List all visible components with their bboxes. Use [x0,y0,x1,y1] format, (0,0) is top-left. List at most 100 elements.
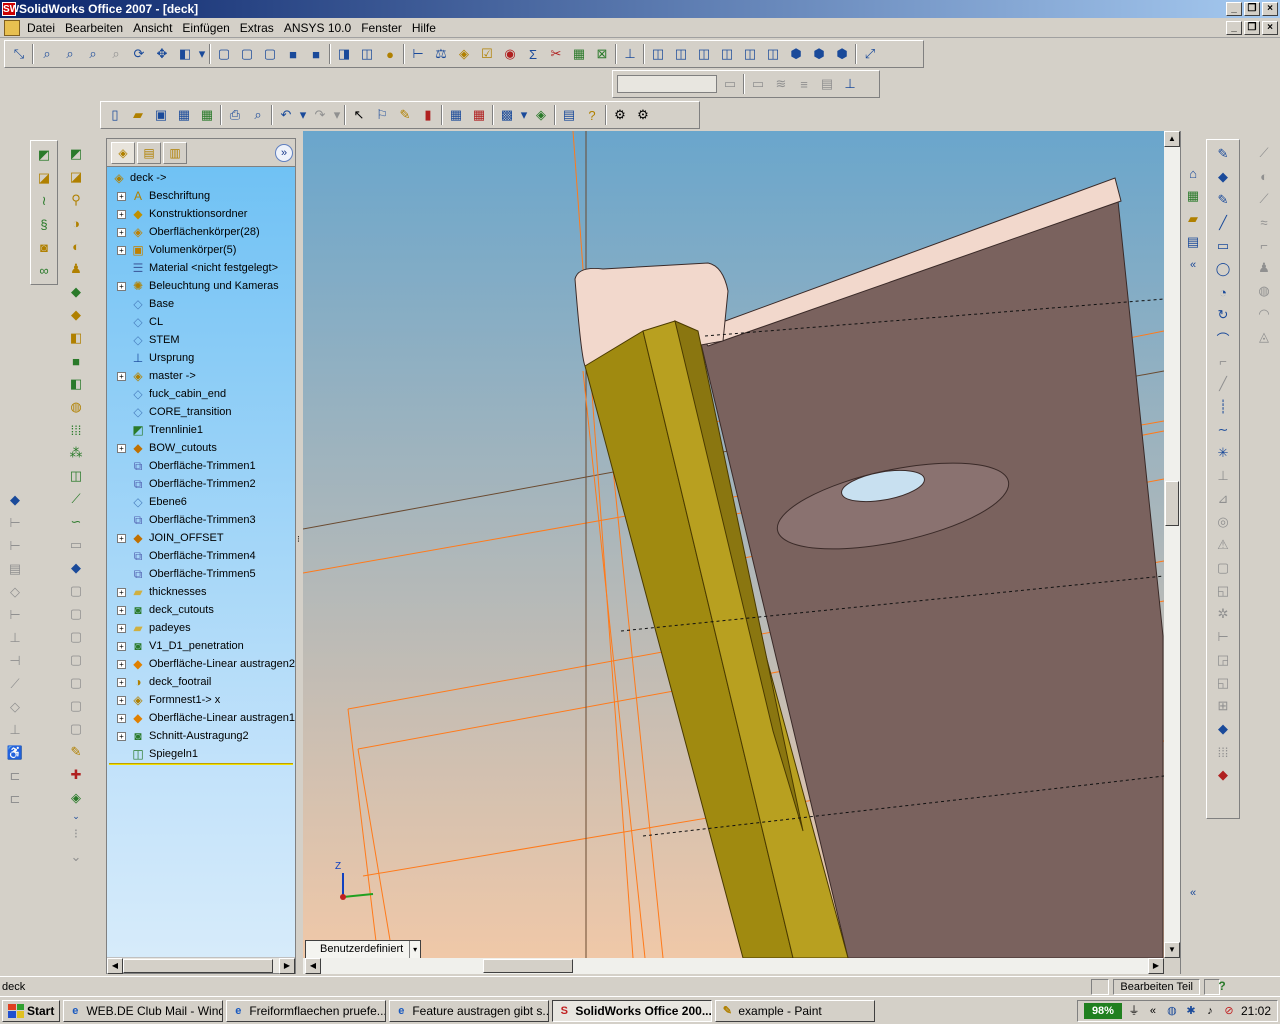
reference-geometry-icon[interactable]: ⟋ [65,489,87,509]
viewport-vscrollbar[interactable]: ▲ ▼ [1164,131,1180,958]
zoom-area-icon[interactable]: ⌕ [60,44,80,64]
help-icon[interactable]: ? [582,105,602,125]
bottom-view-icon[interactable]: ◫ [763,44,783,64]
wireframe-icon[interactable]: ▢ [214,44,234,64]
shaded-icon[interactable]: ■ [306,44,326,64]
measure-icon[interactable]: ⊢ [408,44,428,64]
replace-face-icon[interactable]: ◠ [1253,304,1275,324]
print-icon[interactable]: ⎙ [225,105,245,125]
triad-icon[interactable]: ⊥ [620,44,640,64]
more-tools-chevron-icon[interactable]: ⌄ [65,811,87,821]
menu-einfuegen[interactable]: Einfügen [179,21,236,35]
datum-icon[interactable]: ◇ [4,697,26,717]
surface-extend-icon[interactable]: ⟋ [1253,189,1275,209]
front-view-icon[interactable]: ◫ [648,44,668,64]
new-document-icon[interactable]: ▯ [105,105,125,125]
rotate-view-icon[interactable]: ⟳ [129,44,149,64]
top-view-icon[interactable]: ◫ [740,44,760,64]
circle-icon[interactable]: ◯ [1212,259,1234,279]
menu-fenster[interactable]: Fenster [358,21,409,35]
tree-item[interactable]: + A Beschriftung [107,187,295,205]
smart-dimension-icon[interactable]: ✚ [65,765,87,785]
zoom-selection-icon[interactable]: ⌕ [106,44,126,64]
taskbar-button[interactable]: ✎ example - Paint [715,999,876,1022]
feature-statistics-icon[interactable]: ▦ [569,44,589,64]
extruded-boss-icon[interactable]: ◩ [65,144,87,164]
shell-icon[interactable]: ◧ [65,328,87,348]
move-entities-icon[interactable]: ◱ [1212,581,1234,601]
taskbar-button[interactable]: e WEB.DE Club Mail - Wind... [63,999,224,1022]
edit-sketch-icon[interactable]: ✎ [395,105,415,125]
expand-task-pane-icon[interactable]: « [1183,883,1203,903]
line-color-icon[interactable]: ▭ [748,74,768,94]
draft-icon[interactable]: ■ [65,351,87,371]
loft-icon[interactable]: ◐ [65,236,87,256]
open-icon[interactable]: ▰ [128,105,148,125]
solidworks-app-icon[interactable]: SW [2,2,19,16]
tree-item[interactable]: + ◆ Oberfläche-Linear austragen2 [107,655,295,673]
right-view-icon[interactable]: ◫ [717,44,737,64]
auto-dimension-icon[interactable]: ⊣ [4,651,26,671]
ordinate-dimension-icon[interactable]: ◇ [4,582,26,602]
extruded-cut-icon[interactable]: ◪ [65,167,87,187]
chamfer-icon[interactable]: ◆ [65,282,87,302]
shaded-edges-icon[interactable]: ■ [283,44,303,64]
expand-toggle-icon[interactable]: + [117,605,126,615]
minimize-button[interactable]: _ [1226,2,1242,16]
menu-extras[interactable]: Extras [237,21,281,35]
start-button[interactable]: Start [2,999,61,1022]
circular-sketch-pattern-icon[interactable]: ◲ [1212,650,1234,670]
more-tools-chevron-2-icon[interactable]: ⌄ [65,847,87,867]
surface-trim-tool-icon[interactable]: ⟋ [1253,143,1275,163]
hscroll-right-button[interactable]: ▶ [1148,958,1164,974]
chamfer-dimension-icon[interactable]: ⊢ [4,605,26,625]
standard-views-icon[interactable]: ◧ [175,44,195,64]
expand-toggle-icon[interactable]: + [117,281,126,291]
taskbar-button[interactable]: S SolidWorks Office 200... [552,999,713,1022]
check-icon[interactable]: ☑ [477,44,497,64]
color-display-mode-icon[interactable]: ⊥ [840,74,860,94]
extruded-surface-icon[interactable]: ◩ [33,145,55,165]
hidden-lines-visible-icon[interactable]: ▢ [237,44,257,64]
menu-datei[interactable]: Datei [24,21,62,35]
construction-line-icon[interactable]: ┊ [1212,397,1234,417]
tree-item[interactable]: + ◈ Oberflächenkörper(28) [107,223,295,241]
hole-icon[interactable]: ◧ [65,374,87,394]
tree-item[interactable]: ◇ CL [107,313,295,331]
tree-item[interactable]: ⧉ Oberfläche-Trimmen2 [107,475,295,493]
section-properties-icon[interactable]: ◈ [454,44,474,64]
tree-item[interactable]: ⧉ Oberfläche-Trimmen1 [107,457,295,475]
tree-item[interactable]: + ◑ deck_footrail [107,673,295,691]
hide-show-edges-icon[interactable]: ▤ [817,74,837,94]
quick-tips-icon[interactable]: ? [1214,979,1230,995]
tree-item[interactable]: + ◈ master -> [107,367,295,385]
draft-analysis-icon[interactable]: ✂ [546,44,566,64]
curves-icon[interactable]: ∽ [65,512,87,532]
ansys-geometry-icon[interactable]: ⚙ [633,105,653,125]
three-point-arc-icon[interactable]: ⌒ [1212,328,1234,348]
expand-toggle-icon[interactable]: + [117,587,126,597]
hole-callout-icon[interactable]: ⊏ [4,789,26,809]
angular-dimension-icon[interactable]: ⊥ [4,628,26,648]
scroll-thumb[interactable] [123,959,273,973]
dimension-tool-icon[interactable]: ◆ [4,490,26,510]
restore-button[interactable]: ❐ [1244,2,1260,16]
zoom-in-out-icon[interactable]: ⌕ [83,44,103,64]
expand-toggle-icon[interactable]: + [117,731,126,741]
horizontal-dimension-icon[interactable]: ⊢ [4,513,26,533]
doc-close-button[interactable]: × [1262,20,1278,35]
expand-toggle-icon[interactable]: + [117,623,126,633]
sketch-icon[interactable]: ✎ [1212,144,1234,164]
close-button[interactable]: × [1262,2,1278,16]
reference-point-icon[interactable]: ⁝ [65,824,87,844]
home-icon[interactable]: ⌂ [1182,163,1204,183]
design-library-icon[interactable]: ▦ [1182,186,1204,206]
bluetooth-icon[interactable]: ✱ [1184,1004,1198,1018]
mirror-entities-icon[interactable]: ⚠ [1212,535,1234,555]
tree-item[interactable]: + ◆ JOIN_OFFSET [107,529,295,547]
tree-item[interactable]: + ◆ Konstruktionsordner [107,205,295,223]
dimxpert-icon[interactable]: ⟋ [4,674,26,694]
scroll-right-button[interactable]: ▶ [279,958,295,974]
combine-icon[interactable]: ▢ [65,581,87,601]
menu-bearbeiten[interactable]: Bearbeiten [62,21,130,35]
